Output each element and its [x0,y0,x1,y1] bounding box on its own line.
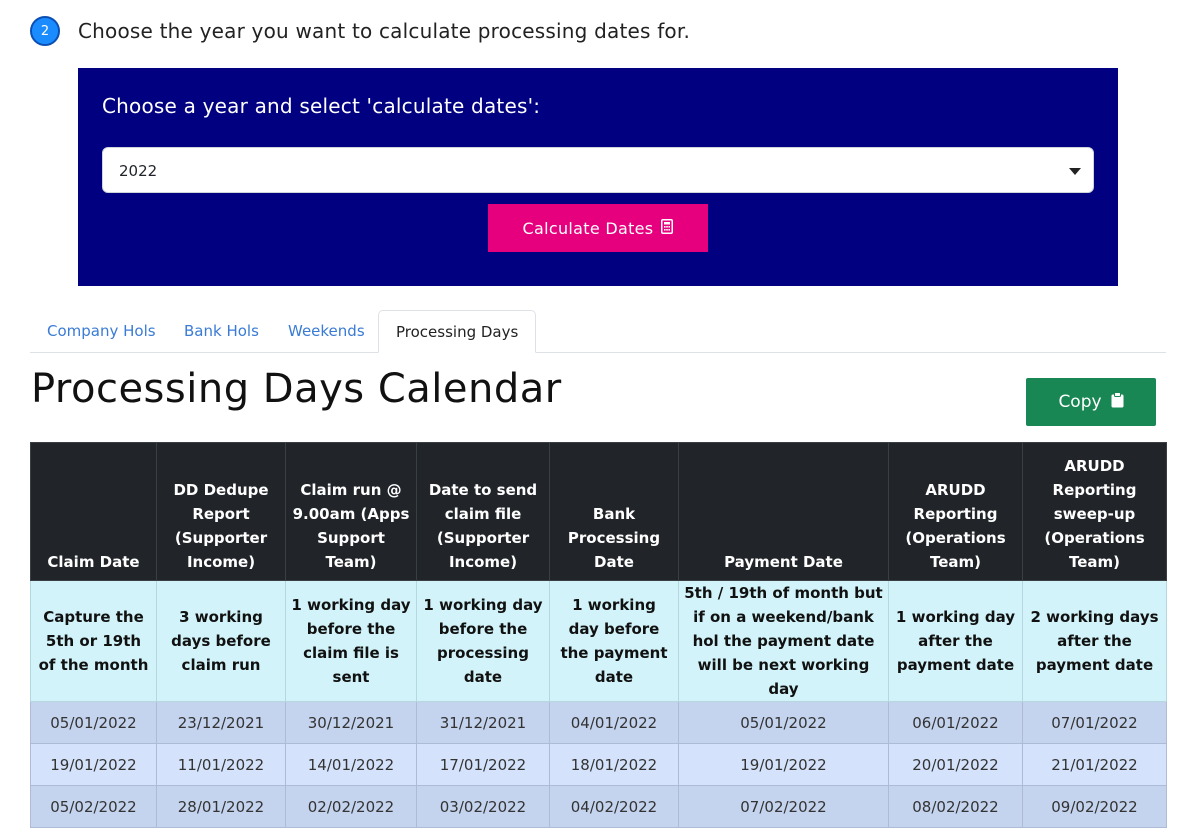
date-cell: 11/01/2022 [156,743,286,786]
calendar-tabs: Company Hols Bank Hols Weekends Processi… [30,310,1166,353]
date-cell: 28/01/2022 [156,785,286,828]
column-header: Payment Date [678,442,889,581]
table-row: 19/01/2022 11/01/2022 14/01/2022 17/01/2… [30,743,1167,786]
column-header: ARUDD Reporting (Operations Team) [888,442,1023,581]
date-cell: 05/02/2022 [30,785,157,828]
step-instruction: Choose the year you want to calculate pr… [78,19,691,43]
rule-cell: 1 working day after the payment date [888,580,1023,702]
column-header: Date to send claim file (Supporter Incom… [416,442,550,581]
caret-down-icon [1069,168,1081,175]
date-cell: 07/01/2022 [1022,701,1167,744]
table-row: 05/02/2022 28/01/2022 02/02/2022 03/02/2… [30,785,1167,828]
calculate-dates-label: Calculate Dates [522,218,654,238]
date-cell: 21/01/2022 [1022,743,1167,786]
copy-button[interactable]: Copy [1026,378,1156,426]
step-row: 2 Choose the year you want to calculate … [30,14,690,48]
tab-processing-days[interactable]: Processing Days [378,310,537,353]
rule-cell: 5th / 19th of month but if on a weekend/… [678,580,889,702]
tab-weekends[interactable]: Weekends [271,310,382,352]
date-cell: 17/01/2022 [416,743,550,786]
date-cell: 02/02/2022 [285,785,417,828]
date-cell: 05/01/2022 [30,701,157,744]
column-header: ARUDD Reporting sweep-up (Operations Tea… [1022,442,1167,581]
year-select[interactable]: 2022 [102,147,1094,193]
column-header: Claim Date [30,442,157,581]
rule-cell: 2 working days after the payment date [1022,580,1167,702]
calculator-icon [661,218,674,238]
date-cell: 30/12/2021 [285,701,417,744]
date-cell: 08/02/2022 [888,785,1023,828]
rule-cell: 1 working day before the claim file is s… [285,580,417,702]
table-row: 05/01/2022 23/12/2021 30/12/2021 31/12/2… [30,701,1167,744]
rule-cell: 3 working days before claim run [156,580,286,702]
column-header: DD Dedupe Report (Supporter Income) [156,442,286,581]
rule-row: Capture the 5th or 19th of the month 3 w… [30,580,1167,702]
column-header: Claim run @ 9.00am (Apps Support Team) [285,442,417,581]
date-cell: 09/02/2022 [1022,785,1167,828]
calculate-dates-button[interactable]: Calculate Dates [488,204,708,252]
copy-button-label: Copy [1058,392,1102,412]
date-cell: 06/01/2022 [888,701,1023,744]
date-cell: 19/01/2022 [30,743,157,786]
date-cell: 04/01/2022 [549,701,679,744]
processing-days-table: Claim Date DD Dedupe Report (Supporter I… [30,442,1167,828]
date-cell: 04/02/2022 [549,785,679,828]
rule-cell: 1 working day before the payment date [549,580,679,702]
table-header-row: Claim Date DD Dedupe Report (Supporter I… [30,442,1167,581]
panel-label: Choose a year and select 'calculate date… [102,94,541,118]
year-select-value: 2022 [119,162,158,180]
page-title: Processing Days Calendar [31,366,562,412]
date-cell: 20/01/2022 [888,743,1023,786]
date-cell: 19/01/2022 [678,743,889,786]
date-cell: 31/12/2021 [416,701,550,744]
year-selection-panel: Choose a year and select 'calculate date… [78,68,1118,286]
date-cell: 03/02/2022 [416,785,550,828]
date-cell: 14/01/2022 [285,743,417,786]
tab-company-hols[interactable]: Company Hols [30,310,173,352]
date-cell: 18/01/2022 [549,743,679,786]
column-header: Bank Processing Date [549,442,679,581]
rule-cell: Capture the 5th or 19th of the month [30,580,157,702]
date-cell: 23/12/2021 [156,701,286,744]
date-cell: 05/01/2022 [678,701,889,744]
step-number-badge: 2 [30,16,60,46]
date-cell: 07/02/2022 [678,785,889,828]
clipboard-icon [1111,391,1124,413]
rule-cell: 1 working day before the processing date [416,580,550,702]
tab-bank-hols[interactable]: Bank Hols [167,310,276,352]
